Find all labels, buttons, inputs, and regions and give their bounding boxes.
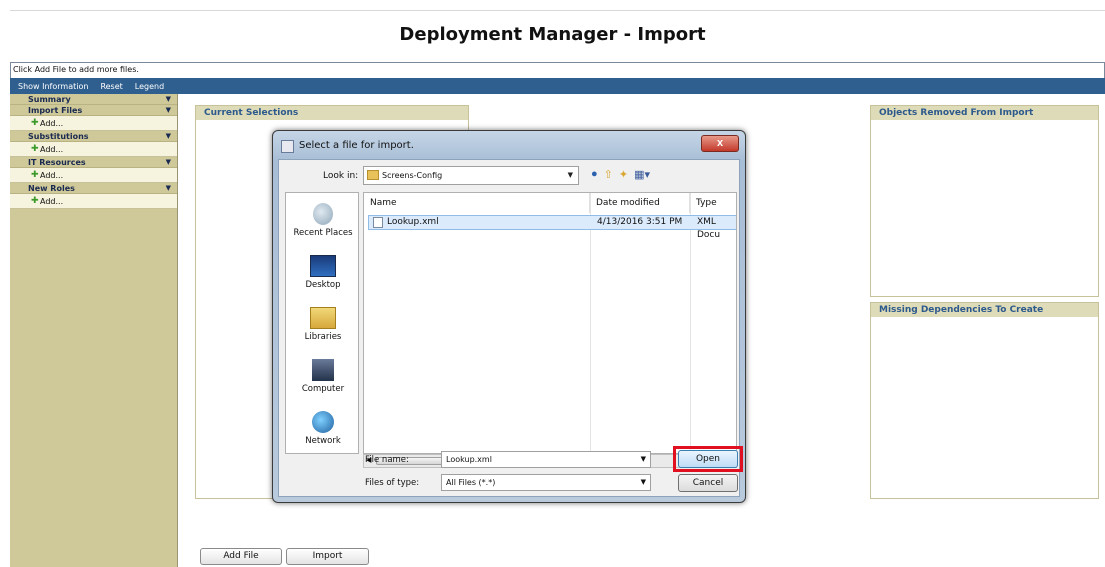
missing-dependencies-panel: Missing Dependencies To Create — [870, 302, 1099, 499]
legend-link[interactable]: Legend — [135, 82, 164, 91]
sidebar-section-label: Summary — [28, 95, 71, 104]
show-information-link[interactable]: Show Information — [18, 82, 88, 91]
navigation-icons: ● ⇧ ✦ ▦▾ — [591, 168, 650, 181]
import-button[interactable]: Import — [286, 548, 369, 565]
recent-places-icon — [313, 203, 333, 225]
sidebar-section-import-files[interactable]: Import Files ▼ — [10, 105, 177, 116]
add-import-file-item[interactable]: ✚ Add... — [10, 116, 177, 131]
computer-icon — [312, 359, 334, 381]
add-icon: ✚ — [31, 196, 39, 206]
file-chooser-dialog: Select a file for import. x Look in: Scr… — [272, 130, 746, 503]
hint-text: Click Add File to add more files. — [10, 62, 1105, 78]
column-header-name[interactable]: Name — [364, 193, 590, 213]
cancel-button[interactable]: Cancel — [678, 474, 738, 492]
chevron-down-icon[interactable]: ▼ — [641, 475, 646, 490]
place-libraries[interactable]: Libraries — [286, 307, 360, 342]
add-it-resource-item[interactable]: ✚ Add... — [10, 168, 177, 183]
chevron-down-icon[interactable]: ▼ — [166, 94, 171, 105]
close-icon[interactable]: x — [701, 135, 739, 152]
panel-title: Current Selections — [196, 106, 468, 120]
panel-title: Missing Dependencies To Create — [871, 303, 1098, 317]
file-date: 4/13/2016 3:51 PM — [597, 217, 683, 227]
add-label: Add... — [40, 171, 64, 180]
chevron-down-icon: ▼ — [567, 171, 573, 179]
objects-removed-panel: Objects Removed From Import — [870, 105, 1099, 297]
file-icon — [373, 217, 383, 228]
look-in-label: Look in: — [323, 171, 359, 181]
dialog-title: Select a file for import. — [299, 140, 414, 151]
add-icon: ✚ — [31, 118, 39, 128]
column-header-date-modified[interactable]: Date modified — [590, 193, 690, 213]
add-substitution-item[interactable]: ✚ Add... — [10, 142, 177, 157]
java-app-icon — [281, 140, 294, 153]
chevron-down-icon[interactable]: ▼ — [166, 183, 171, 194]
chevron-down-icon[interactable]: ▼ — [166, 105, 171, 116]
files-of-type-select[interactable]: All Files (*.*) ▼ — [441, 474, 651, 491]
add-file-button[interactable]: Add File — [200, 548, 282, 565]
place-network[interactable]: Network — [286, 411, 360, 446]
column-separator — [690, 193, 691, 453]
file-list: Name Date modified Type Lookup.xml 4/13/… — [363, 192, 737, 454]
place-desktop[interactable]: Desktop — [286, 255, 360, 290]
file-name: Lookup.xml — [387, 217, 439, 227]
sidebar: Summary ▼ Import Files ▼ ✚ Add... Substi… — [10, 94, 178, 567]
sidebar-section-substitutions[interactable]: Substitutions ▼ — [10, 131, 177, 142]
folder-icon — [367, 170, 379, 180]
file-name-input[interactable]: Lookup.xml ▼ — [441, 451, 651, 468]
file-row[interactable]: Lookup.xml 4/13/2016 3:51 PM XML Docu — [368, 215, 736, 240]
add-icon: ✚ — [31, 170, 39, 180]
desktop-icon — [310, 255, 336, 277]
sidebar-section-label: New Roles — [28, 184, 75, 193]
column-separator — [590, 193, 591, 453]
add-icon: ✚ — [31, 144, 39, 154]
column-header-type[interactable]: Type — [690, 193, 736, 213]
add-label: Add... — [40, 197, 64, 206]
sidebar-section-it-resources[interactable]: IT Resources ▼ — [10, 157, 177, 168]
page-title: Deployment Manager - Import — [399, 24, 706, 45]
dialog-body: Look in: Screens-Config ▼ ● ⇧ ✦ ▦▾ Recen… — [278, 159, 743, 497]
top-divider — [10, 10, 1105, 11]
file-name-label: File name: — [365, 455, 409, 465]
place-computer[interactable]: Computer — [286, 359, 360, 394]
reset-link[interactable]: Reset — [100, 82, 122, 91]
add-label: Add... — [40, 145, 64, 154]
file-type: XML Docu — [697, 217, 721, 240]
places-bar: Recent Places Desktop Libraries Computer… — [285, 192, 359, 454]
sidebar-section-label: Import Files — [28, 106, 83, 115]
chevron-down-icon[interactable]: ▼ — [166, 157, 171, 168]
look-in-value: Screens-Config — [382, 171, 443, 180]
sidebar-section-summary[interactable]: Summary ▼ — [10, 94, 177, 105]
toolbar: Show Information Reset Legend — [10, 78, 1105, 94]
sidebar-section-label: Substitutions — [28, 132, 89, 141]
sidebar-section-label: IT Resources — [28, 158, 86, 167]
look-in-select[interactable]: Screens-Config ▼ — [363, 166, 579, 185]
chevron-down-icon[interactable]: ▼ — [641, 452, 646, 467]
files-of-type-label: Files of type: — [365, 478, 420, 488]
chevron-down-icon[interactable]: ▼ — [166, 131, 171, 142]
new-folder-icon[interactable]: ✦ — [619, 168, 628, 181]
back-icon[interactable]: ● — [591, 168, 598, 181]
open-button[interactable]: Open — [678, 450, 738, 468]
libraries-icon — [310, 307, 336, 329]
up-folder-icon[interactable]: ⇧ — [604, 168, 613, 181]
add-new-role-item[interactable]: ✚ Add... — [10, 194, 177, 209]
add-label: Add... — [40, 119, 64, 128]
network-icon — [312, 411, 334, 433]
place-recent-places[interactable]: Recent Places — [286, 203, 360, 238]
panel-title: Objects Removed From Import — [871, 106, 1098, 120]
view-menu-icon[interactable]: ▦▾ — [634, 168, 650, 181]
sidebar-section-new-roles[interactable]: New Roles ▼ — [10, 183, 177, 194]
